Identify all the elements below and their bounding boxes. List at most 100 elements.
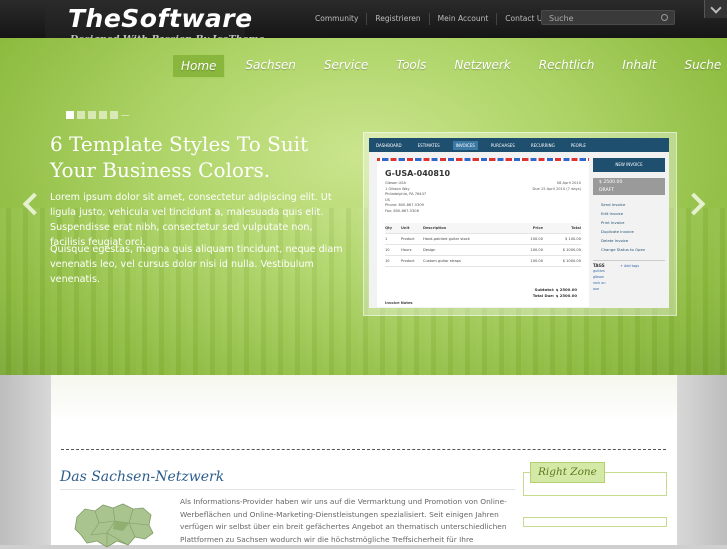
right-zone-title: Right Zone — [530, 462, 605, 483]
page-shadow-right — [677, 375, 727, 545]
invoice-tab: ESTIMATES — [417, 142, 440, 148]
cell: $ 100.00 — [564, 237, 581, 241]
cell: Design — [423, 248, 436, 252]
new-invoice-button: NEW INVOICE — [593, 158, 665, 172]
chevron-down-icon — [710, 2, 722, 14]
invoice-app-tabs: DASHBOARD ESTIMATES INVOICES PURCHASES R… — [369, 138, 669, 152]
nav-item-inhalt[interactable]: Inhalt — [614, 54, 664, 76]
slide-dot-3[interactable] — [88, 111, 96, 119]
logo-title[interactable]: TheSoftware — [68, 4, 253, 33]
nav-item-home[interactable]: Home — [172, 54, 226, 78]
main-nav: Home Sachsen Service Tools Netzwerk Rech… — [172, 54, 727, 78]
slide-dot-4[interactable] — [99, 111, 107, 119]
table-row: 1 Product Hand-painted guitar stock 100.… — [385, 234, 581, 245]
slide-dot-1[interactable] — [66, 111, 74, 119]
slide-dot-2[interactable] — [77, 111, 85, 119]
slide-indicator-line — [121, 114, 129, 116]
cell: 1 — [385, 237, 388, 241]
slide-indicators — [66, 111, 129, 119]
invoice-tab: RECURRING — [530, 142, 555, 148]
invoice-totals: Subtotal: $ 2500.00 Total Due: $ 2500.00 — [533, 287, 577, 299]
invoice-action: Change Status to Open — [601, 247, 646, 252]
table-row: 10 Hours Design 100.00 $ 1000.00 — [385, 245, 581, 256]
subtotal-value: $ 2500.00 — [555, 287, 577, 292]
cell: Product — [401, 259, 415, 263]
table-header: Qty Unit Description Price Total — [385, 223, 581, 234]
invoice-tab: DASHBOARD — [376, 142, 402, 148]
section-body-text: Als Informations-Provider haben wir uns … — [180, 497, 507, 544]
invoice-preview-image: DASHBOARD ESTIMATES INVOICES PURCHASES R… — [369, 138, 669, 308]
col-header: Total — [571, 226, 581, 230]
total-value: $ 2500.00 — [555, 293, 577, 298]
cell: $ 1000.00 — [562, 248, 581, 252]
col-header: Unit — [401, 226, 410, 230]
cell: Product — [401, 237, 415, 241]
right-zone-box-2 — [523, 517, 667, 527]
main-content: Das Sachsen-Netzwerk Als Informations-Pr… — [51, 375, 677, 548]
nav-item-service[interactable]: Service — [316, 54, 376, 76]
address-line: Fax: 800-867-5308 — [385, 208, 419, 213]
invoice-action: Print Invoice — [601, 220, 625, 225]
draft-status: $ 2500.00 DRAFT — [593, 178, 665, 195]
invoice-id: G-USA-040810 — [385, 169, 451, 178]
invoice-action: Duplicate Invoice — [601, 229, 634, 234]
invoice-table: Qty Unit Description Price Total 1 Produ… — [385, 223, 581, 267]
cell: Custom guitar straps — [423, 259, 461, 263]
invoice-tab-active: INVOICES — [452, 140, 478, 150]
title-divider — [60, 489, 515, 490]
nav-item-netzwerk[interactable]: Netzwerk — [446, 54, 518, 76]
nav-item-rechtlich[interactable]: Rechtlich — [531, 54, 603, 76]
invoice-dates: 08 April 2010 Due 15 April 2010 (7 days) — [533, 181, 581, 192]
total-label: Total Due: — [532, 293, 555, 298]
address-line: Phone: 800-867-5309 — [385, 203, 424, 207]
cell: Hand-painted guitar stock — [423, 237, 470, 241]
invoice-address: Gibson USA 1 Gibson Way Philadelphia, PA… — [385, 181, 426, 214]
invoice-document: G-USA-040810 Gibson USA 1 Gibson Way Phi… — [377, 158, 589, 307]
add-tags-link: + Add tags — [620, 264, 639, 268]
nav-item-sachsen[interactable]: Sachsen — [237, 54, 303, 76]
subtotal-label: Subtotal: — [534, 287, 555, 292]
saxony-map-image — [74, 503, 154, 548]
page-shadow-left — [0, 375, 51, 545]
top-links: Community Registrieren Mein Account Cont… — [307, 13, 554, 25]
cell: Hours — [401, 248, 412, 252]
nav-item-suche[interactable]: Suche — [676, 54, 727, 76]
search-input[interactable]: Suche — [541, 10, 675, 25]
draft-amount: $ 2500.00 — [599, 180, 623, 185]
top-link-community[interactable]: Community — [307, 13, 366, 25]
invoice-tab: PURCHASES — [490, 142, 515, 148]
col-header: Price — [532, 226, 543, 230]
slide-paragraph-2: Quisque egestas, magna quis aliquam tinc… — [50, 244, 343, 285]
invoice-action: Send Invoice — [601, 202, 626, 207]
cell: 100.00 — [530, 237, 543, 241]
slide-dot-5[interactable] — [110, 111, 118, 119]
cell: 10 — [385, 259, 390, 263]
invoice-sidebar: NEW INVOICE $ 2500.00 DRAFT Send Invoice… — [593, 158, 665, 292]
collapse-toggle-button[interactable] — [704, 0, 727, 18]
address-line: Philadelphia, PA 76447 — [385, 192, 427, 196]
cell: $ 1000.00 — [562, 259, 581, 263]
cell: 10 — [385, 248, 390, 252]
top-link-account[interactable]: Mein Account — [428, 13, 497, 25]
invoice-action: Delete Invoice — [601, 238, 629, 243]
tags-heading: TAGS + Add tags — [593, 260, 665, 268]
table-row: 10 Product Custom guitar straps 100.00 $… — [385, 256, 581, 267]
invoice-action: Edit Invoice — [601, 211, 624, 216]
search-icon[interactable] — [661, 14, 668, 21]
cell: 100.00 — [530, 259, 543, 263]
invoice-notes: Invoice Notes — [385, 301, 413, 305]
dashed-divider — [61, 449, 666, 450]
search-placeholder: Suche — [549, 14, 574, 23]
col-header: Qty — [385, 226, 393, 230]
cell: 100.00 — [530, 248, 543, 252]
draft-label: DRAFT — [599, 188, 615, 193]
section-title[interactable]: Das Sachsen-Netzwerk — [60, 469, 224, 485]
nav-item-tools[interactable]: Tools — [388, 54, 434, 76]
col-header: Description — [423, 226, 447, 230]
tag-item: axe — [593, 287, 600, 291]
top-link-register[interactable]: Registrieren — [366, 13, 428, 25]
invoice-due-date: Due 15 April 2010 (7 days) — [532, 186, 581, 191]
invoice-tab: PEOPLE — [570, 142, 586, 148]
slide-paragraph-1: Lorem ipsum dolor sit amet, consectetur … — [50, 192, 332, 248]
content-top-fade — [51, 375, 677, 423]
